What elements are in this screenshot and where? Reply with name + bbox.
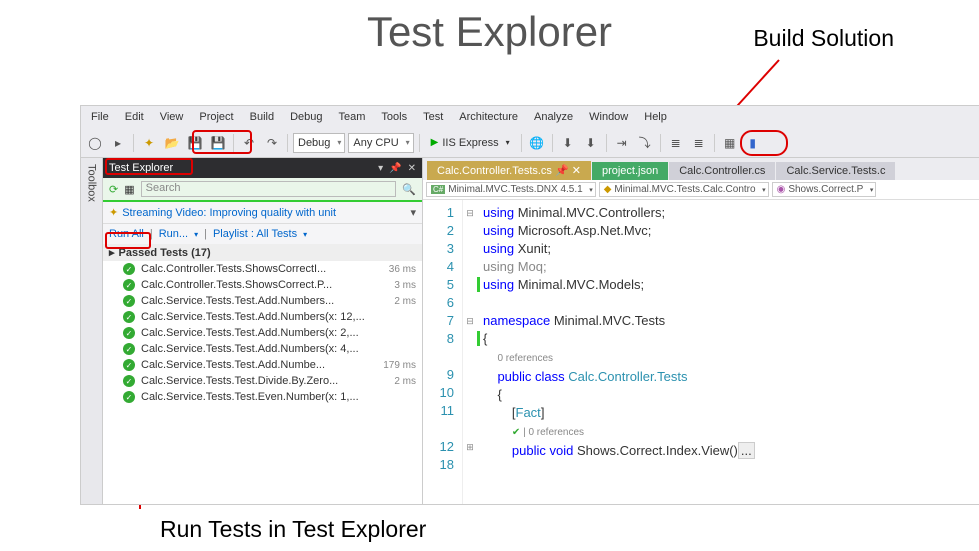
crumb-class[interactable]: ◆Minimal.MVC.Tests.Calc.Contro xyxy=(599,182,769,197)
nav-fwd-icon[interactable]: ▸ xyxy=(108,133,128,153)
tab-controller[interactable]: Calc.Controller.cs xyxy=(669,162,775,180)
menu-file[interactable]: File xyxy=(83,109,117,125)
menu-build[interactable]: Build xyxy=(242,109,282,125)
menu-test[interactable]: Test xyxy=(415,109,451,125)
menu-help[interactable]: Help xyxy=(636,109,675,125)
pass-icon: ✓ xyxy=(123,391,135,403)
menu-bar: File Edit View Project Build Debug Team … xyxy=(81,106,979,128)
menu-debug[interactable]: Debug xyxy=(282,109,330,125)
document-tabs: Calc.Controller.Tests.cs 📌 ✕ project.jso… xyxy=(423,158,979,180)
menu-window[interactable]: Window xyxy=(581,109,636,125)
test-item[interactable]: ✓Calc.Service.Tests.Test.Add.Numbers(x: … xyxy=(103,325,422,341)
line-numbers: 12345678 91011 1218 xyxy=(423,200,463,504)
refresh-icon[interactable]: ⟳ xyxy=(109,183,118,196)
annotation-build: Build Solution xyxy=(753,25,894,52)
outdent-icon[interactable]: ≣ xyxy=(689,133,709,153)
menu-team[interactable]: Team xyxy=(331,109,374,125)
pass-icon: ✓ xyxy=(123,327,135,339)
playlist-link[interactable]: Playlist : All Tests xyxy=(213,228,297,240)
run-all-link[interactable]: Run All xyxy=(109,228,144,240)
close-icon[interactable]: ✕ xyxy=(408,163,416,174)
step-over-icon[interactable]: ⤵ xyxy=(635,133,655,153)
build-solution-icon[interactable]: ⬇ xyxy=(558,133,578,153)
browser-icon[interactable]: 🌐 xyxy=(527,133,547,153)
test-explorer-panel: Test Explorer ▾ 📌 ✕ ⟳ ▦ Search 🔍 ✦Stream… xyxy=(103,158,423,504)
test-item[interactable]: ✓Calc.Controller.Tests.ShowsCorrect.P...… xyxy=(103,277,422,293)
crumb-project[interactable]: C#Minimal.MVC.Tests.DNX 4.5.1 xyxy=(426,182,596,197)
passed-tests-group[interactable]: ▸ Passed Tests (17) xyxy=(103,244,422,261)
start-debug-button[interactable]: ▶IIS Express▾ xyxy=(425,133,516,153)
search-icon[interactable]: 🔍 xyxy=(402,183,416,196)
redo-icon[interactable]: ↷ xyxy=(262,133,282,153)
nav-back-icon[interactable]: ◯ xyxy=(85,133,105,153)
test-list: ✓Calc.Controller.Tests.ShowsCorrectI...3… xyxy=(103,261,422,504)
test-item[interactable]: ✓Calc.Controller.Tests.ShowsCorrectI...3… xyxy=(103,261,422,277)
menu-architecture[interactable]: Architecture xyxy=(451,109,526,125)
menu-analyze[interactable]: Analyze xyxy=(526,109,581,125)
platform-combo[interactable]: Any CPU xyxy=(348,133,413,153)
pass-icon: ✓ xyxy=(123,375,135,387)
test-item[interactable]: ✓Calc.Service.Tests.Test.Add.Numbers...2… xyxy=(103,293,422,309)
config-combo[interactable]: Debug xyxy=(293,133,345,153)
new-project-icon[interactable]: ✦ xyxy=(139,133,159,153)
dropdown-icon[interactable]: ▾ xyxy=(378,163,383,174)
test-explorer-title-bar: Test Explorer ▾ 📌 ✕ xyxy=(103,158,422,178)
pin-icon[interactable]: 📌 xyxy=(389,163,401,174)
ide-window: File Edit View Project Build Debug Team … xyxy=(80,105,979,505)
run-link[interactable]: Run... xyxy=(159,228,188,240)
menu-tools[interactable]: Tools xyxy=(373,109,415,125)
group-icon[interactable]: ▦ xyxy=(124,183,134,196)
test-actions-row: Run All | Run...▾ | Playlist : All Tests… xyxy=(103,224,422,244)
test-item[interactable]: ✓Calc.Service.Tests.Test.Even.Number(x: … xyxy=(103,389,422,405)
streaming-link[interactable]: ✦Streaming Video: Improving quality with… xyxy=(103,202,422,224)
undo-icon[interactable]: ↶ xyxy=(239,133,259,153)
tab-active[interactable]: Calc.Controller.Tests.cs 📌 ✕ xyxy=(427,161,591,180)
pass-icon: ✓ xyxy=(123,343,135,355)
tab-project-json[interactable]: project.json xyxy=(592,162,668,180)
test-item[interactable]: ✓Calc.Service.Tests.Test.Add.Numbers(x: … xyxy=(103,309,422,325)
crumb-method[interactable]: ◉Shows.Correct.P xyxy=(772,182,877,197)
nav-crumbs: C#Minimal.MVC.Tests.DNX 4.5.1 ◆Minimal.M… xyxy=(423,180,979,200)
indent-icon[interactable]: ≣ xyxy=(666,133,686,153)
code-editor: Calc.Controller.Tests.cs 📌 ✕ project.jso… xyxy=(423,158,979,504)
save-all-icon[interactable]: 💾 xyxy=(208,133,228,153)
test-item[interactable]: ✓Calc.Service.Tests.Test.Divide.By.Zero.… xyxy=(103,373,422,389)
bookmark-icon[interactable]: ▮ xyxy=(743,133,763,153)
fold-column[interactable]: ⊟⊟⊞ xyxy=(463,200,477,504)
pass-icon: ✓ xyxy=(123,263,135,275)
search-input[interactable]: Search xyxy=(141,181,397,197)
test-explorer-title: Test Explorer xyxy=(109,162,173,174)
open-icon[interactable]: 📂 xyxy=(162,133,182,153)
menu-view[interactable]: View xyxy=(152,109,192,125)
tab-service-tests[interactable]: Calc.Service.Tests.c xyxy=(776,162,895,180)
pass-icon: ✓ xyxy=(123,311,135,323)
pass-icon: ✓ xyxy=(123,359,135,371)
menu-project[interactable]: Project xyxy=(191,109,241,125)
pass-icon: ✓ xyxy=(123,295,135,307)
toolbar: ◯ ▸ ✦ 📂 💾 💾 ↶ ↷ Debug Any CPU ▶IIS Expre… xyxy=(81,128,979,158)
menu-edit[interactable]: Edit xyxy=(117,109,152,125)
toolbox-rail[interactable]: Toolbox xyxy=(81,158,103,504)
test-explorer-toolbar: ⟳ ▦ Search 🔍 xyxy=(103,178,422,202)
test-item[interactable]: ✓Calc.Service.Tests.Test.Add.Numbe...179… xyxy=(103,357,422,373)
step-icon[interactable]: ⇥ xyxy=(612,133,632,153)
annotation-run: Run Tests in Test Explorer xyxy=(160,516,426,543)
code-text[interactable]: using Minimal.MVC.Controllers; using Mic… xyxy=(477,200,755,504)
comment-icon[interactable]: ▦ xyxy=(720,133,740,153)
save-icon[interactable]: 💾 xyxy=(185,133,205,153)
build-project-icon[interactable]: ⬇ xyxy=(581,133,601,153)
test-item[interactable]: ✓Calc.Service.Tests.Test.Add.Numbers(x: … xyxy=(103,341,422,357)
pass-icon: ✓ xyxy=(123,279,135,291)
